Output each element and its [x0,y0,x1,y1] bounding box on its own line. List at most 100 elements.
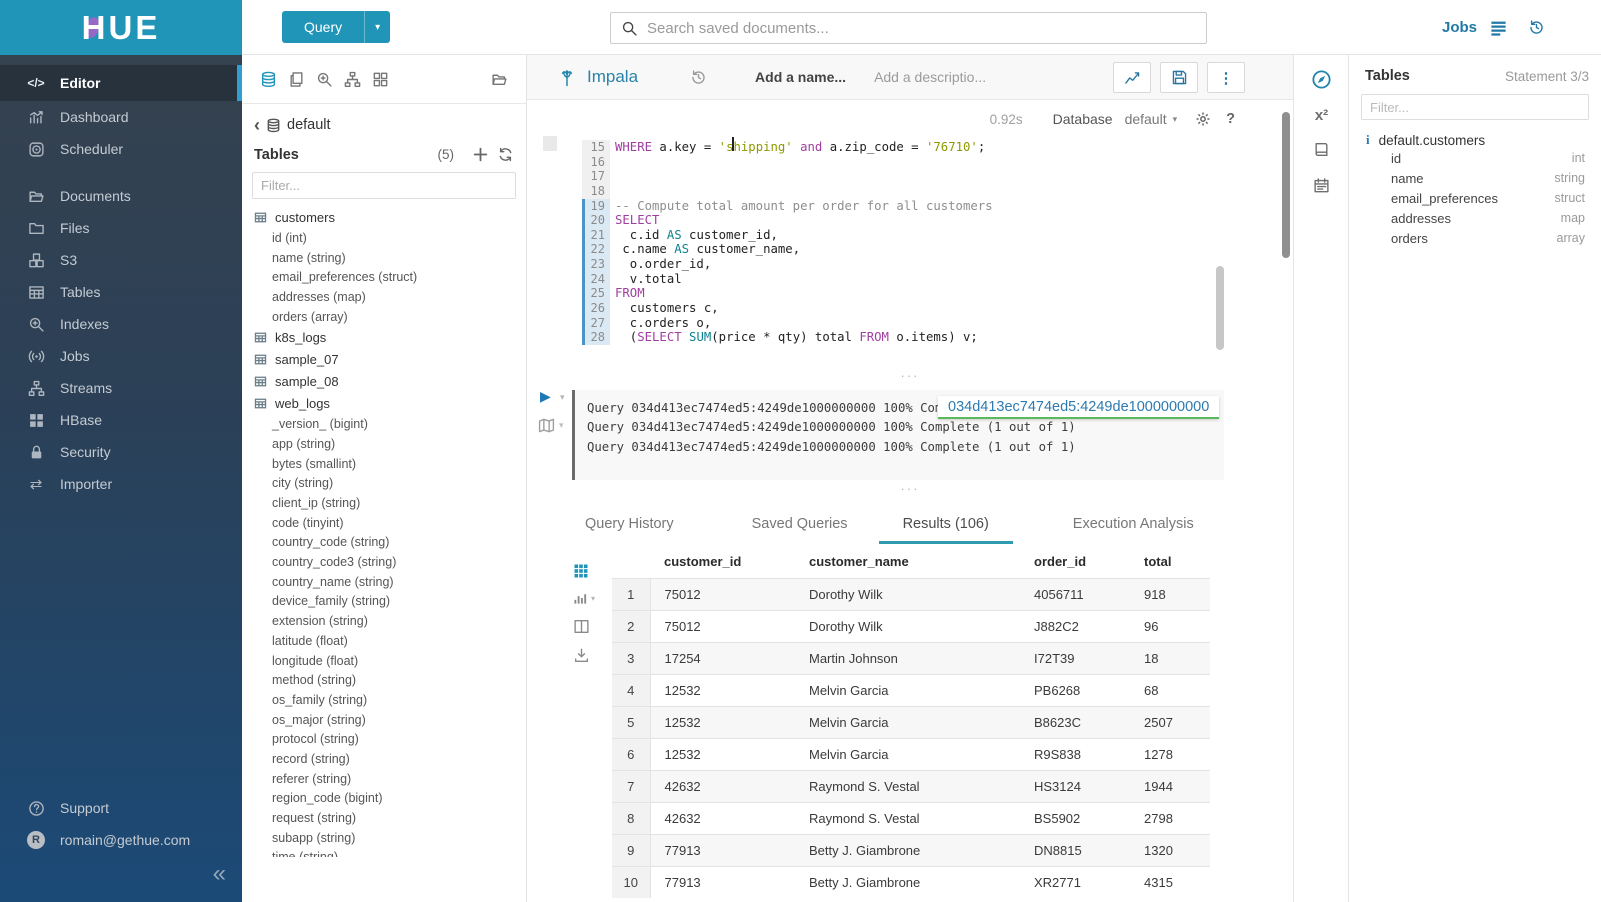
assist-active-table[interactable]: i default.customers [1349,120,1601,148]
collapse-sidebar-button[interactable]: « [213,860,226,888]
table-item-sample-07[interactable]: sample_07 [242,348,526,370]
column-item[interactable]: device_family (string) [242,592,526,612]
execute-options-caret[interactable]: ▾ [560,392,565,403]
assist-column-addresses[interactable]: addressesmap [1349,208,1601,228]
columns-view-icon[interactable] [573,618,603,635]
grid-view-icon[interactable] [573,563,603,579]
apps-grid-icon[interactable] [372,71,389,88]
more-actions-button[interactable]: ⋮ [1207,62,1245,93]
column-item[interactable]: time (string) [242,848,526,857]
sidebar-item-dashboard[interactable]: Dashboard [0,101,242,133]
tab-execution-analysis[interactable]: Execution Analysis [1073,503,1194,544]
database-selector[interactable]: default ▾ [1125,111,1178,127]
settings-gear-icon[interactable] [1195,111,1211,127]
query-history-icon[interactable] [690,69,707,86]
sidebar-item-files[interactable]: Files [0,212,242,244]
tab-saved-queries[interactable]: Saved Queries [752,503,848,544]
jobs-list-icon[interactable] [1489,18,1508,37]
column-item[interactable]: os_major (string) [242,710,526,730]
column-item[interactable]: city (string) [242,474,526,494]
sidebar-item-jobs[interactable]: Jobs [0,340,242,372]
refresh-icon[interactable] [497,146,514,163]
column-item[interactable]: email_preferences (struct) [242,267,526,287]
column-item[interactable]: addresses (map) [242,287,526,307]
query-button[interactable]: Query [282,11,364,43]
chart-button[interactable] [1113,62,1151,93]
add-table-icon[interactable] [472,146,489,163]
hue-logo[interactable]: HUE [0,0,242,55]
table-item-customers[interactable]: customers [242,206,526,228]
column-item[interactable]: extension (string) [242,611,526,631]
sidebar-item-romain-gethue-com[interactable]: Rromain@gethue.com [0,824,242,856]
column-item[interactable]: record (string) [242,749,526,769]
column-item[interactable]: id (int) [242,228,526,248]
history-icon[interactable] [1528,19,1545,36]
assist-column-id[interactable]: idint [1349,148,1601,168]
column-item[interactable]: latitude (float) [242,631,526,651]
sidebar-item-security[interactable]: Security [0,436,242,468]
sidebar-item-documents[interactable]: Documents [0,180,242,212]
search-input[interactable] [647,20,1196,37]
back-chevron-icon[interactable]: ‹ [254,118,260,132]
column-item[interactable]: code (tinyint) [242,513,526,533]
chart-view-icon[interactable]: ▾ [573,591,603,606]
assist-column-orders[interactable]: ordersarray [1349,228,1601,248]
column-item[interactable]: subapp (string) [242,828,526,848]
sidebar-item-streams[interactable]: Streams [0,372,242,404]
engine-name[interactable]: Impala [587,67,638,87]
column-item[interactable]: protocol (string) [242,729,526,749]
sql-editor[interactable]: 1516171819202122232425262728 WHERE a.key… [527,140,1293,365]
column-item[interactable]: bytes (smallint) [242,454,526,474]
tab-query-history[interactable]: Query History [585,503,674,544]
column-item[interactable]: country_name (string) [242,572,526,592]
table-item-sample-08[interactable]: sample_08 [242,370,526,392]
column-item[interactable]: name (string) [242,248,526,268]
sidebar-item-importer[interactable]: ⇄Importer [0,468,242,500]
jobs-link[interactable]: Jobs [1442,19,1477,36]
folder-icon[interactable] [491,71,508,88]
column-item[interactable]: _version_ (bigint) [242,414,526,434]
query-id-link[interactable]: 034d413ec7474ed5:4249de1000000000 [938,396,1219,419]
sidebar-item-scheduler[interactable]: Scheduler [0,133,242,165]
execute-button[interactable]: ▶ [540,388,551,405]
explain-map-button[interactable]: ▾ [538,417,564,434]
table-item-web-logs[interactable]: web_logs [242,392,526,414]
column-item[interactable]: country_code (string) [242,533,526,553]
column-item[interactable]: method (string) [242,670,526,690]
column-item[interactable]: app (string) [242,434,526,454]
column-item[interactable]: orders (array) [242,307,526,327]
sidebar-item-s3[interactable]: S3 [0,244,242,276]
assist-column-email-preferences[interactable]: email_preferencesstruct [1349,188,1601,208]
column-item[interactable]: referer (string) [242,769,526,789]
page-scrollbar[interactable] [1282,112,1290,258]
sidebar-item-editor[interactable]: </>Editor [0,65,242,101]
resize-handle-bottom[interactable]: ··· [527,484,1293,494]
query-name-field[interactable]: Add a name... [755,69,846,85]
table-filter-input[interactable] [252,172,516,199]
assist-column-name[interactable]: namestring [1349,168,1601,188]
query-description-field[interactable]: Add a descriptio... [874,69,986,85]
sidebar-item-indexes[interactable]: Indexes [0,308,242,340]
column-item[interactable]: client_ip (string) [242,493,526,513]
editor-scrollbar[interactable] [1216,266,1224,350]
sitemap-icon[interactable] [344,71,361,88]
databases-icon[interactable] [260,71,277,88]
column-item[interactable]: country_code3 (string) [242,552,526,572]
save-button[interactable] [1160,62,1198,93]
search-zoom-icon[interactable] [316,71,333,88]
resize-handle-top[interactable]: ··· [527,371,1293,381]
tab-results-106[interactable]: Results (106) [903,503,989,544]
sidebar-item-tables[interactable]: Tables [0,276,242,308]
column-item[interactable]: request (string) [242,808,526,828]
assistant-compass-icon[interactable] [1294,69,1349,90]
sidebar-item-hbase[interactable]: HBase [0,404,242,436]
functions-icon[interactable]: x² [1294,107,1349,124]
table-item-k8s-logs[interactable]: k8s_logs [242,326,526,348]
column-item[interactable]: os_family (string) [242,690,526,710]
download-icon[interactable] [573,647,603,664]
assist-filter-input[interactable] [1361,94,1589,120]
language-docs-icon[interactable] [1294,141,1349,158]
database-name[interactable]: default [287,117,331,133]
documents-copy-icon[interactable] [288,71,305,88]
sidebar-item-support[interactable]: Support [0,792,242,824]
